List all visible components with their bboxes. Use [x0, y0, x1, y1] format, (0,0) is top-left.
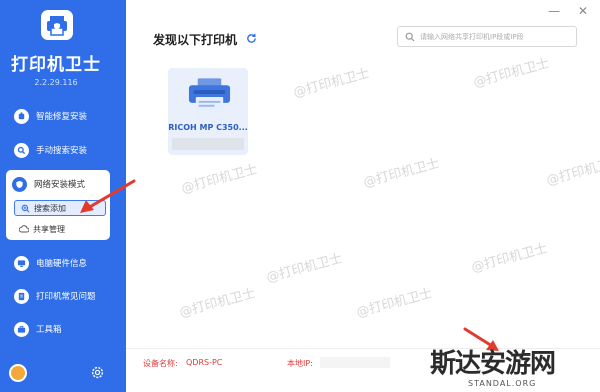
refresh-icon[interactable] [246, 33, 257, 44]
watermark: @打印机卫士 [471, 56, 552, 91]
site-watermark-title: 斯达安游网 [430, 349, 556, 379]
device-name-value: QDRS-PC [186, 358, 223, 367]
sidebar-item-toolbox[interactable]: 工具箱 [8, 318, 112, 340]
watermark: @打印机卫士 [361, 156, 442, 191]
watermark: @打印机卫士 [469, 241, 550, 276]
question-icon [14, 288, 29, 304]
minimize-button[interactable]: — [548, 4, 560, 18]
close-button[interactable]: ✕ [578, 4, 588, 18]
printer-icon [188, 78, 231, 111]
cloud-icon [19, 224, 29, 234]
watermark: @打印机卫士 [544, 154, 600, 189]
sub-item-label: 搜索添加 [34, 203, 66, 213]
watermark: @打印机卫士 [177, 286, 258, 321]
gear-icon[interactable] [90, 365, 105, 380]
printer-address-redacted [172, 138, 244, 150]
local-ip-redacted [320, 357, 390, 368]
sidebar-item-label: 电脑硬件信息 [36, 259, 88, 269]
search-icon [405, 32, 415, 42]
sidebar-item-label: 工具箱 [36, 325, 62, 335]
site-watermark-sub: STANDAL.ORG [468, 379, 537, 388]
local-ip-label: 本地IP: [287, 359, 313, 368]
sidebar-item-smart-repair[interactable]: 智能修复安装 [8, 105, 112, 127]
shield-icon [12, 176, 27, 192]
sub-item-share-manage[interactable]: 共享管理 [14, 221, 106, 237]
watermark: @打印机卫士 [179, 162, 260, 197]
toolbox-icon [14, 321, 29, 337]
search-input[interactable] [420, 28, 574, 45]
app-version: 2.2.29.116 [34, 78, 78, 87]
watermark: @打印机卫士 [354, 286, 435, 321]
sub-item-label: 共享管理 [33, 224, 65, 234]
search-icon [14, 142, 29, 158]
site-watermark: 斯达安游网 STANDAL.ORG [420, 343, 600, 392]
printer-shield-logo-icon [47, 16, 67, 36]
sidebar-item-label: 打印机常见问题 [36, 292, 96, 302]
search-add-icon [20, 203, 30, 213]
sidebar-item-label: 手动搜索安装 [36, 146, 88, 156]
printer-name: RICOH MP C350... [168, 123, 248, 132]
app-title: 打印机卫士 [11, 55, 101, 75]
sidebar-item-label: 智能修复安装 [36, 112, 88, 122]
watermark: @打印机卫士 [264, 251, 345, 286]
sidebar-item-printer-faq[interactable]: 打印机常见问题 [8, 285, 112, 307]
wrench-icon [14, 108, 29, 124]
search-box [397, 26, 577, 47]
avatar[interactable] [9, 364, 27, 382]
watermark: @打印机卫士 [291, 66, 372, 101]
app-logo [41, 10, 73, 40]
monitor-icon [14, 255, 29, 271]
page-title: 发现以下打印机 [153, 33, 238, 47]
annotation-arrow [80, 179, 136, 213]
sidebar-item-manual-search[interactable]: 手动搜索安装 [8, 139, 112, 161]
device-name-label: 设备名称: [143, 359, 178, 368]
sidebar-item-hardware-info[interactable]: 电脑硬件信息 [8, 252, 112, 274]
